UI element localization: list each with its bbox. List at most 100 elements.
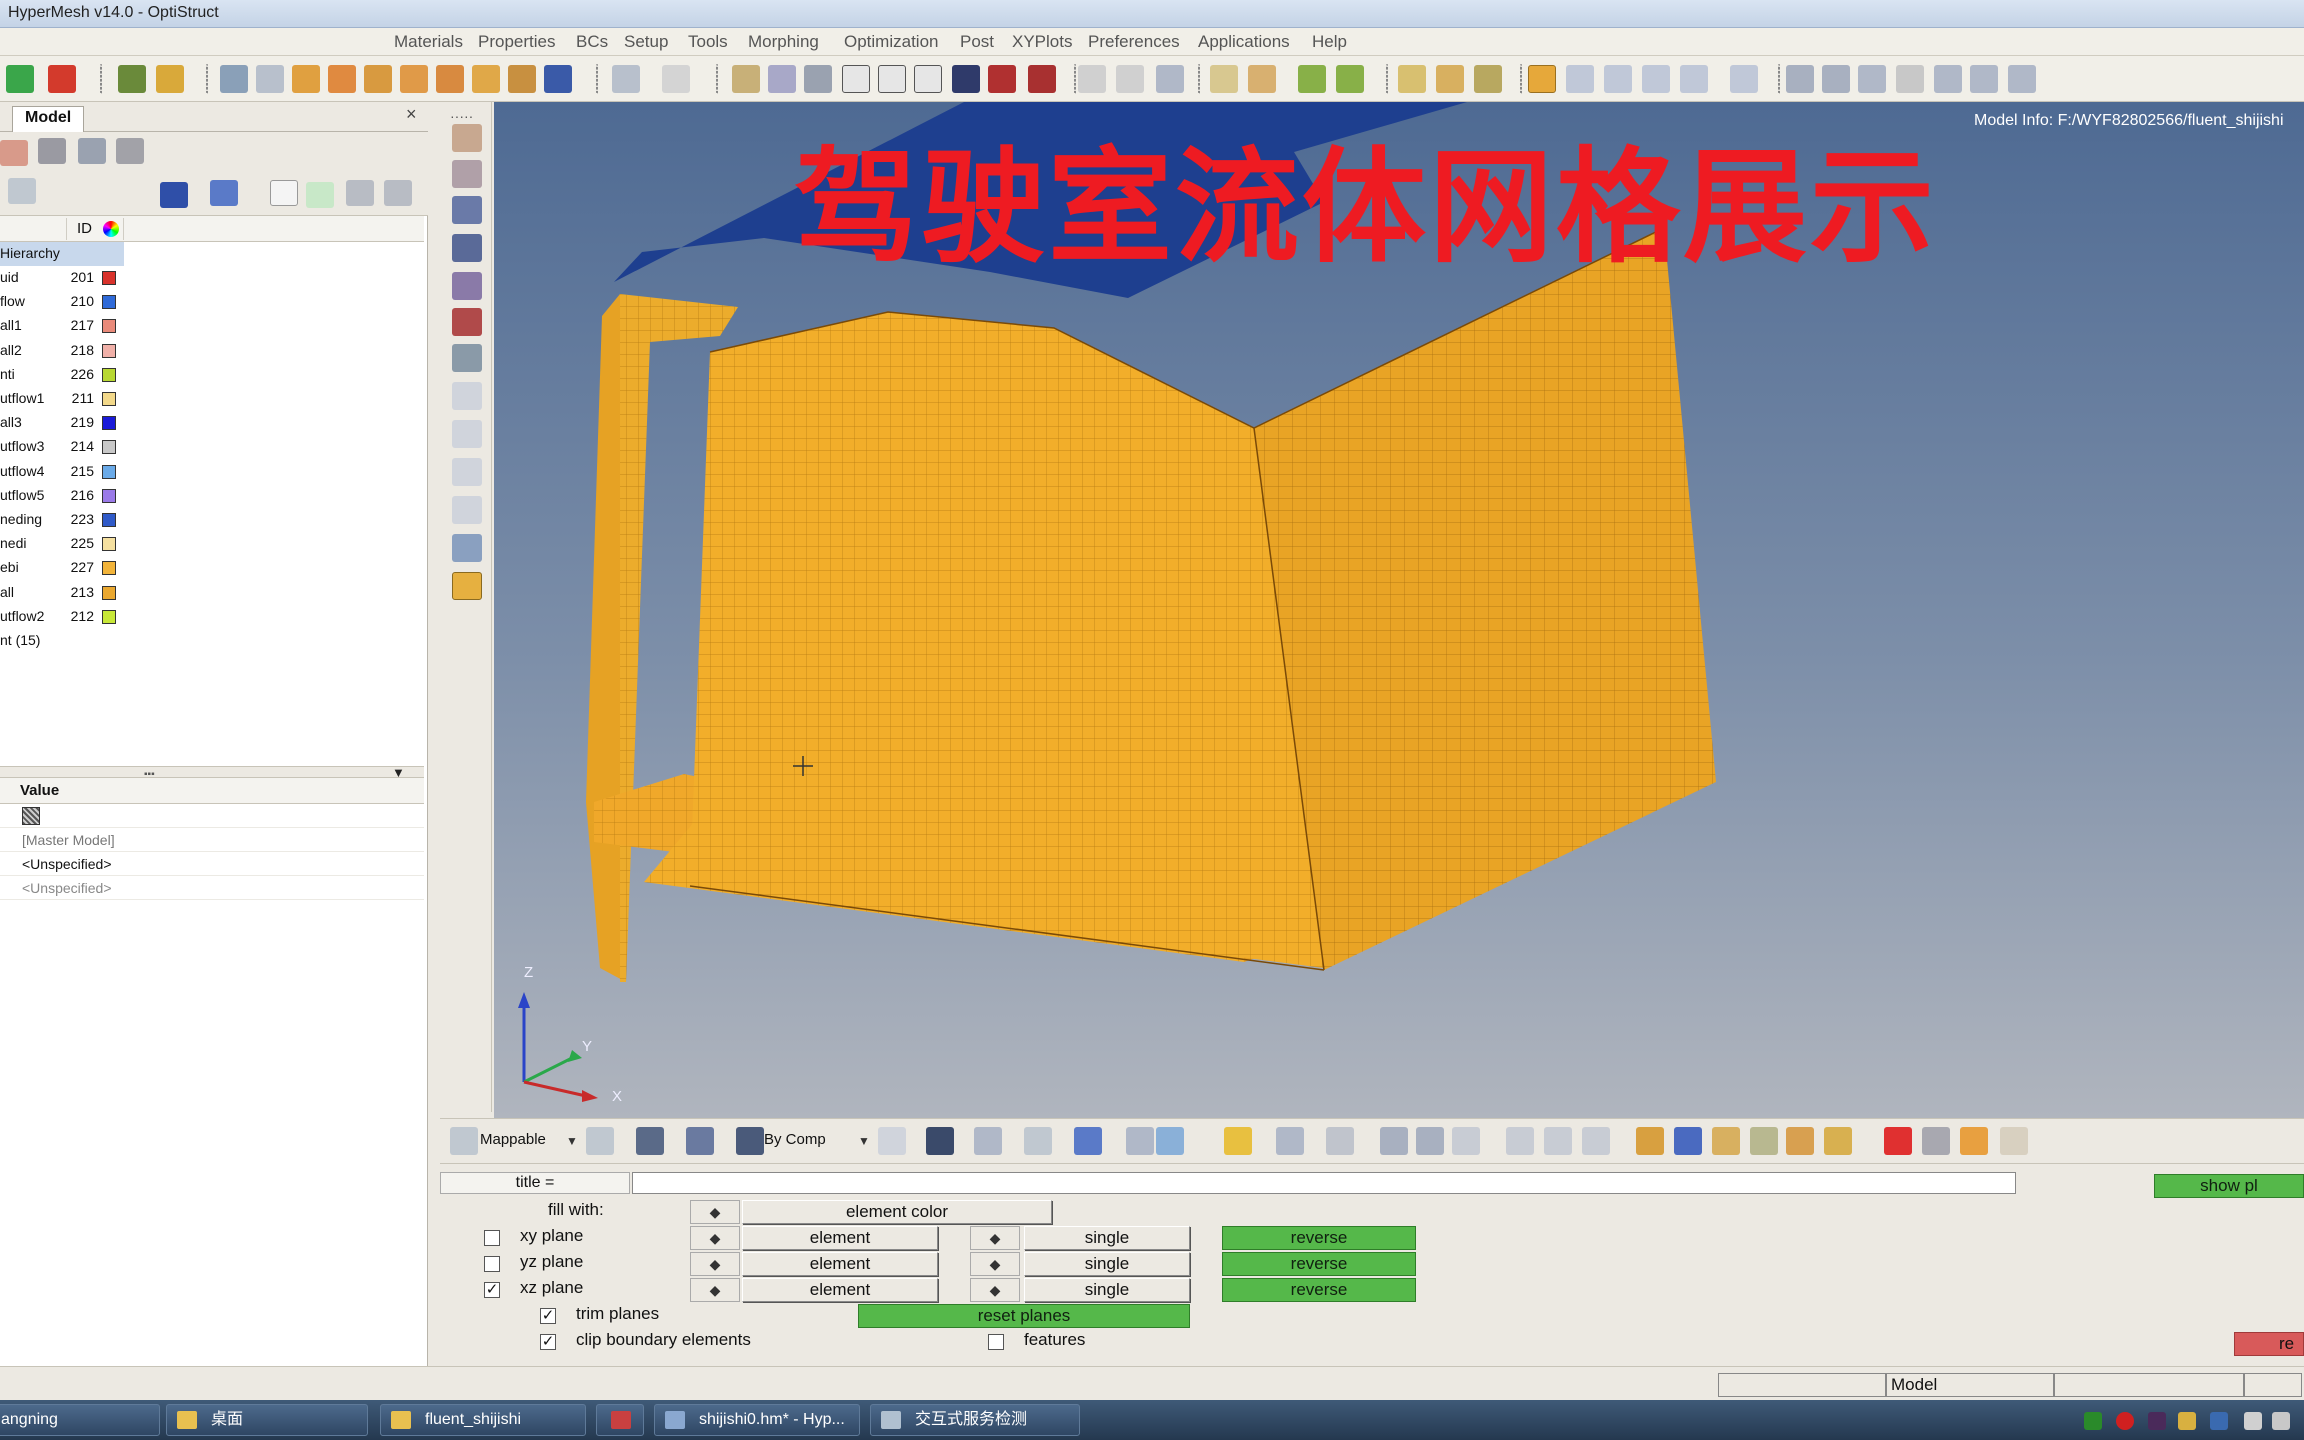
component-color-swatch[interactable] [102, 464, 116, 479]
user-icon[interactable] [118, 65, 146, 93]
view-icon[interactable] [1680, 65, 1708, 93]
tool-icon[interactable] [452, 344, 482, 372]
eye-icon[interactable] [346, 180, 374, 206]
xz-plane-mode[interactable]: element [742, 1278, 938, 1302]
component-row[interactable]: utflow4 215 [0, 460, 424, 484]
monitor-icon[interactable] [1156, 1127, 1184, 1155]
grid-icon[interactable] [1126, 1127, 1154, 1155]
delete-icon[interactable] [1884, 1127, 1912, 1155]
plane-icon[interactable] [1074, 1127, 1102, 1155]
by-comp-label[interactable]: By Comp [764, 1131, 826, 1148]
component-row[interactable]: all 213 [0, 581, 424, 605]
cube-icon[interactable] [914, 65, 942, 93]
display-icon[interactable] [160, 182, 188, 208]
open-icon[interactable] [6, 65, 34, 93]
component-row[interactable]: utflow3 214 [0, 435, 424, 459]
return-button[interactable]: re [2234, 1332, 2304, 1356]
layers-icon[interactable] [1674, 1127, 1702, 1155]
flag-icon[interactable] [2244, 1412, 2262, 1430]
view-icon[interactable] [1730, 65, 1758, 93]
layers-icon[interactable] [1750, 1127, 1778, 1155]
xz-plane-count[interactable]: single [1024, 1278, 1190, 1302]
hand-icon[interactable] [1896, 65, 1924, 93]
axis-icon[interactable] [364, 65, 392, 93]
help-icon[interactable] [2000, 1127, 2028, 1155]
grid-icon[interactable] [1276, 1127, 1304, 1155]
menu-bcs[interactable]: BCs [576, 32, 608, 52]
xy-plane-count-toggle[interactable]: ◆ [970, 1226, 1020, 1250]
arrow-right-icon[interactable] [1416, 1127, 1444, 1155]
minus-icon[interactable] [1506, 1127, 1534, 1155]
taskbar-item-hypermesh[interactable]: shijishi0.hm* - Hyp... [654, 1404, 860, 1436]
menu-xyplots[interactable]: XYPlots [1012, 32, 1072, 52]
tab-model[interactable]: Model [12, 106, 85, 132]
sum-icon[interactable] [1398, 65, 1426, 93]
layers-icon[interactable] [1824, 1127, 1852, 1155]
move-icon[interactable] [1858, 65, 1886, 93]
taskbar-item[interactable]: angning [0, 1404, 160, 1436]
taskbar-item-folder[interactable]: fluent_shijishi [380, 1404, 586, 1436]
component-row[interactable]: all3 219 [0, 411, 424, 435]
bar-icon[interactable] [768, 65, 796, 93]
arrow-left-icon[interactable] [1380, 1127, 1408, 1155]
xy-plane-mode-toggle[interactable]: ◆ [690, 1226, 740, 1250]
close-icon[interactable]: × [406, 104, 417, 125]
axis-icon[interactable] [508, 65, 536, 93]
sum-icon[interactable] [1436, 65, 1464, 93]
tray-icon[interactable] [2116, 1412, 2134, 1430]
tool-icon[interactable] [1922, 1127, 1950, 1155]
xy-plane-reverse-button[interactable]: reverse [1222, 1226, 1416, 1250]
component-color-swatch[interactable] [102, 537, 116, 552]
eye-icon[interactable] [384, 180, 412, 206]
value-row[interactable]: <Unspecified> [0, 876, 424, 900]
solid-icon[interactable] [1028, 65, 1056, 93]
value-row[interactable]: [Master Model] [0, 828, 424, 852]
tool-icon[interactable] [452, 272, 482, 300]
axis-icon[interactable] [472, 65, 500, 93]
volume-icon[interactable] [2272, 1412, 2290, 1430]
component-row[interactable]: ebi 227 [0, 556, 424, 580]
cube-icon[interactable] [686, 1127, 714, 1155]
yz-plane-checkbox[interactable] [484, 1256, 500, 1272]
component-row[interactable]: nti 226 [0, 363, 424, 387]
line-icon[interactable] [974, 1127, 1002, 1155]
taskbar-item-service[interactable]: 交互式服务检测 [870, 1404, 1080, 1436]
tool-icon[interactable] [452, 534, 482, 562]
id-column-header[interactable]: ID [66, 218, 124, 240]
yz-plane-count[interactable]: single [1024, 1252, 1190, 1276]
yz-plane-mode[interactable]: element [742, 1252, 938, 1276]
cube-icon[interactable] [926, 1127, 954, 1155]
taskbar-item-app[interactable] [596, 1404, 644, 1436]
component-row[interactable]: all2 218 [0, 339, 424, 363]
component-row[interactable]: utflow2 212 [0, 605, 424, 629]
component-color-swatch[interactable] [102, 367, 116, 382]
view-icon[interactable] [1566, 65, 1594, 93]
info-icon[interactable] [452, 382, 482, 410]
zoom-icon[interactable] [220, 65, 248, 93]
component-color-swatch[interactable] [102, 488, 116, 503]
component-row[interactable]: flow 210 [0, 290, 424, 314]
chevron-down-icon[interactable]: ▼ [566, 1134, 578, 1148]
xz-plane-mode-toggle[interactable]: ◆ [690, 1278, 740, 1302]
import-icon[interactable] [1248, 65, 1276, 93]
component-color-swatch[interactable] [102, 609, 116, 624]
component-row[interactable]: neding 223 [0, 508, 424, 532]
component-row[interactable]: uid 201 [0, 266, 424, 290]
tray-icon[interactable] [2178, 1412, 2196, 1430]
graphics-viewport[interactable]: Z Y X 驾驶室流体网格展示 Model Info: F:/WYF828025… [494, 102, 2304, 1118]
show-icon[interactable] [306, 182, 334, 208]
component-count[interactable]: nt (15) [0, 629, 424, 653]
xz-plane-reverse-button[interactable]: reverse [1222, 1278, 1416, 1302]
filter-icon[interactable] [8, 178, 36, 204]
view-icon[interactable] [1642, 65, 1670, 93]
save-icon[interactable] [48, 65, 76, 93]
reset-planes-button[interactable]: reset planes [858, 1304, 1190, 1328]
tool-icon[interactable] [452, 234, 482, 262]
panel-splitter[interactable]: ▪▪▪ ▼ [0, 765, 424, 780]
menu-preferences[interactable]: Preferences [1088, 32, 1180, 52]
wireframe-icon[interactable] [878, 1127, 906, 1155]
zoom-icon[interactable] [1786, 65, 1814, 93]
plane-icon[interactable] [1024, 1127, 1052, 1155]
component-color-swatch[interactable] [102, 319, 116, 334]
component-row[interactable]: utflow5 216 [0, 484, 424, 508]
